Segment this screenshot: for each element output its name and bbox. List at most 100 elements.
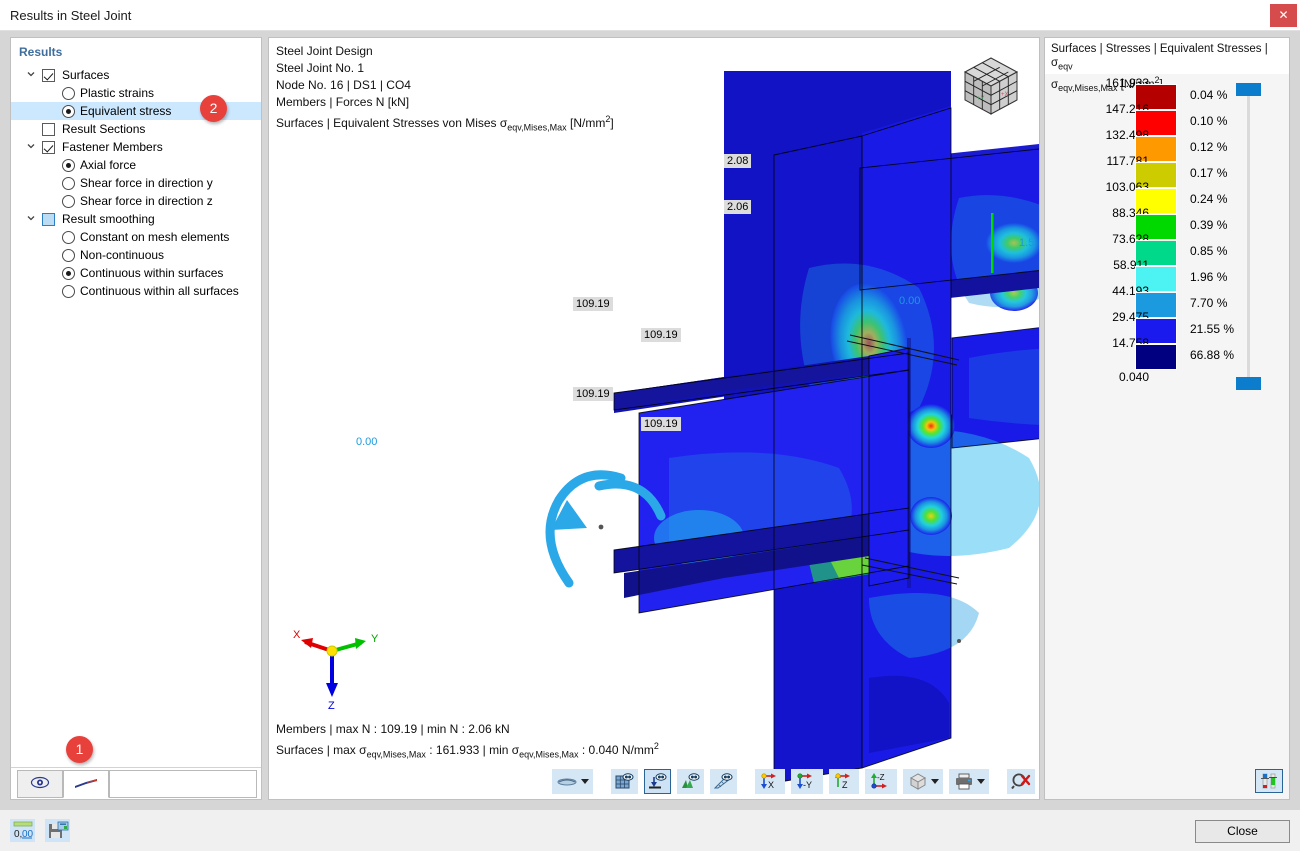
view-cube-icon[interactable]: +Y +X: [951, 44, 1031, 124]
chevron-down-icon[interactable]: [931, 779, 939, 784]
radio-shear-force-z[interactable]: [62, 195, 75, 208]
print-button[interactable]: [949, 769, 989, 794]
legend-percent: 21.55 %: [1190, 322, 1234, 336]
header-line-1: Steel Joint Design: [276, 43, 614, 60]
support-eye-icon: [648, 773, 667, 790]
tree-item-result-smoothing[interactable]: Result smoothing: [11, 210, 261, 228]
tree-item-result-sections[interactable]: Result Sections: [11, 120, 261, 138]
radio-constant-on-mesh-elements[interactable]: [62, 231, 75, 244]
save-results-button[interactable]: [45, 819, 70, 842]
info-field[interactable]: [109, 770, 257, 798]
dimensions-visibility-button[interactable]: [710, 769, 737, 794]
coordinate-axes-indicator: X Y Z: [287, 629, 387, 711]
checkbox-result-sections[interactable]: [42, 123, 55, 136]
tree-item-constant-on-mesh-elements[interactable]: Constant on mesh elements: [11, 228, 261, 246]
tree-item-continuous-within-all-surfaces[interactable]: Continuous within all surfaces: [11, 282, 261, 300]
tree-item-shear-force-z[interactable]: Shear force in direction z: [11, 192, 261, 210]
radio-non-continuous[interactable]: [62, 249, 75, 262]
checkbox-surfaces[interactable]: [42, 69, 55, 82]
dialog-body: Results Surfaces Plastic strains: [0, 31, 1300, 810]
tree-item-shear-force-y[interactable]: Shear force in direction y: [11, 174, 261, 192]
view-in-z-button[interactable]: Z: [829, 769, 859, 794]
radio-continuous-within-all-surfaces[interactable]: [62, 285, 75, 298]
axis-x-icon: X: [759, 773, 781, 790]
view-in-negative-z-button[interactable]: -Z: [865, 769, 897, 794]
tree-item-label: Non-continuous: [80, 246, 164, 264]
legend-settings-button[interactable]: [1255, 769, 1283, 793]
isometric-view-button[interactable]: [903, 769, 943, 794]
radio-shear-force-y[interactable]: [62, 177, 75, 190]
tree-item-label: Result smoothing: [62, 210, 155, 228]
legend-range-slider-upper-thumb[interactable]: [1236, 83, 1261, 96]
chevron-down-icon[interactable]: [25, 210, 37, 228]
tab-deformation[interactable]: [63, 770, 109, 798]
chevron-down-icon[interactable]: [25, 66, 37, 84]
3d-viewport[interactable]: Steel Joint Design Steel Joint No. 1 Nod…: [268, 37, 1040, 800]
radio-plastic-strains[interactable]: [62, 87, 75, 100]
svg-text:+X: +X: [1001, 92, 1009, 98]
reset-view-button[interactable]: [1007, 769, 1035, 794]
left-panel-bottom-bar: [11, 767, 261, 799]
legend-percent: 0.10 %: [1190, 114, 1227, 128]
tree-item-label: Shear force in direction y: [80, 174, 213, 192]
legend-range-slider-lower-thumb[interactable]: [1236, 377, 1261, 390]
tree-item-non-continuous[interactable]: Non-continuous: [11, 246, 261, 264]
legend-range-slider-track[interactable]: [1247, 90, 1250, 390]
annotation-badge-1: 1: [66, 736, 93, 763]
chevron-down-icon[interactable]: [581, 779, 589, 784]
checkbox-fastener-members[interactable]: [42, 141, 55, 154]
legend-percent: 0.85 %: [1190, 244, 1227, 258]
member-value-label: 109.19: [641, 417, 681, 431]
footer-line-1: Members | max N : 109.19 | min N : 2.06 …: [276, 721, 659, 738]
svg-text:Z: Z: [842, 780, 848, 790]
member-value-label: 2.06: [724, 200, 751, 214]
radio-equivalent-stress[interactable]: [62, 105, 75, 118]
supports-visibility-button[interactable]: [644, 769, 671, 794]
chevron-down-icon[interactable]: [25, 138, 37, 156]
legend-scale-value: 0.040: [1079, 370, 1149, 384]
surfaces-visibility-button[interactable]: [611, 769, 638, 794]
ruler-eye-icon: [714, 773, 733, 790]
save-icon: [47, 821, 69, 840]
viewport-footer-text: Members | max N : 109.19 | min N : 2.06 …: [276, 721, 659, 763]
close-icon: ✕: [1278, 8, 1288, 22]
legend-row: 14.758 66.88 %: [1045, 344, 1289, 370]
legend-settings-icon: [1260, 773, 1278, 789]
radio-axial-force[interactable]: [62, 159, 75, 172]
axis-y-label: Y: [371, 633, 379, 645]
results-tree-header: Results: [19, 45, 62, 59]
svg-text:X: X: [768, 780, 774, 790]
close-button[interactable]: Close: [1195, 820, 1290, 843]
axis-z-icon: Z: [833, 773, 855, 790]
tree-item-label: Constant on mesh elements: [80, 228, 229, 246]
printer-icon: [954, 773, 974, 790]
grid-eye-icon: [615, 773, 634, 790]
member-value-label: 109.19: [573, 297, 613, 311]
legend-percent: 0.17 %: [1190, 166, 1227, 180]
legend-percent: 0.12 %: [1190, 140, 1227, 154]
svg-text:-Y: -Y: [803, 780, 812, 790]
svg-text:+Y: +Y: [977, 96, 985, 102]
cube-icon: [908, 773, 928, 790]
tree-item-label: Plastic strains: [80, 84, 154, 102]
loads-visibility-button[interactable]: [677, 769, 704, 794]
view-in-negative-y-button[interactable]: -Y: [791, 769, 823, 794]
chevron-down-icon[interactable]: [977, 779, 985, 784]
tree-item-label: Continuous within all surfaces: [80, 282, 239, 300]
axis-z-label: Z: [328, 700, 335, 711]
tab-visibility[interactable]: [17, 770, 63, 798]
checkbox-result-smoothing[interactable]: [42, 213, 55, 226]
decimal-places-button[interactable]: 0, 00: [10, 819, 35, 842]
tree-item-label: Shear force in direction z: [80, 192, 213, 210]
tree-item-label: Result Sections: [62, 120, 145, 138]
tree-item-surfaces[interactable]: Surfaces: [11, 66, 261, 84]
legend-color-swatch: [1135, 344, 1177, 370]
tree-item-continuous-within-surfaces[interactable]: Continuous within surfaces: [11, 264, 261, 282]
tree-item-axial-force[interactable]: Axial force: [11, 156, 261, 174]
render-mode-button[interactable]: [552, 769, 593, 794]
legend-percent: 0.24 %: [1190, 192, 1227, 206]
window-close-button[interactable]: ✕: [1270, 4, 1297, 27]
radio-continuous-within-surfaces[interactable]: [62, 267, 75, 280]
tree-item-fastener-members[interactable]: Fastener Members: [11, 138, 261, 156]
view-in-x-button[interactable]: X: [755, 769, 785, 794]
